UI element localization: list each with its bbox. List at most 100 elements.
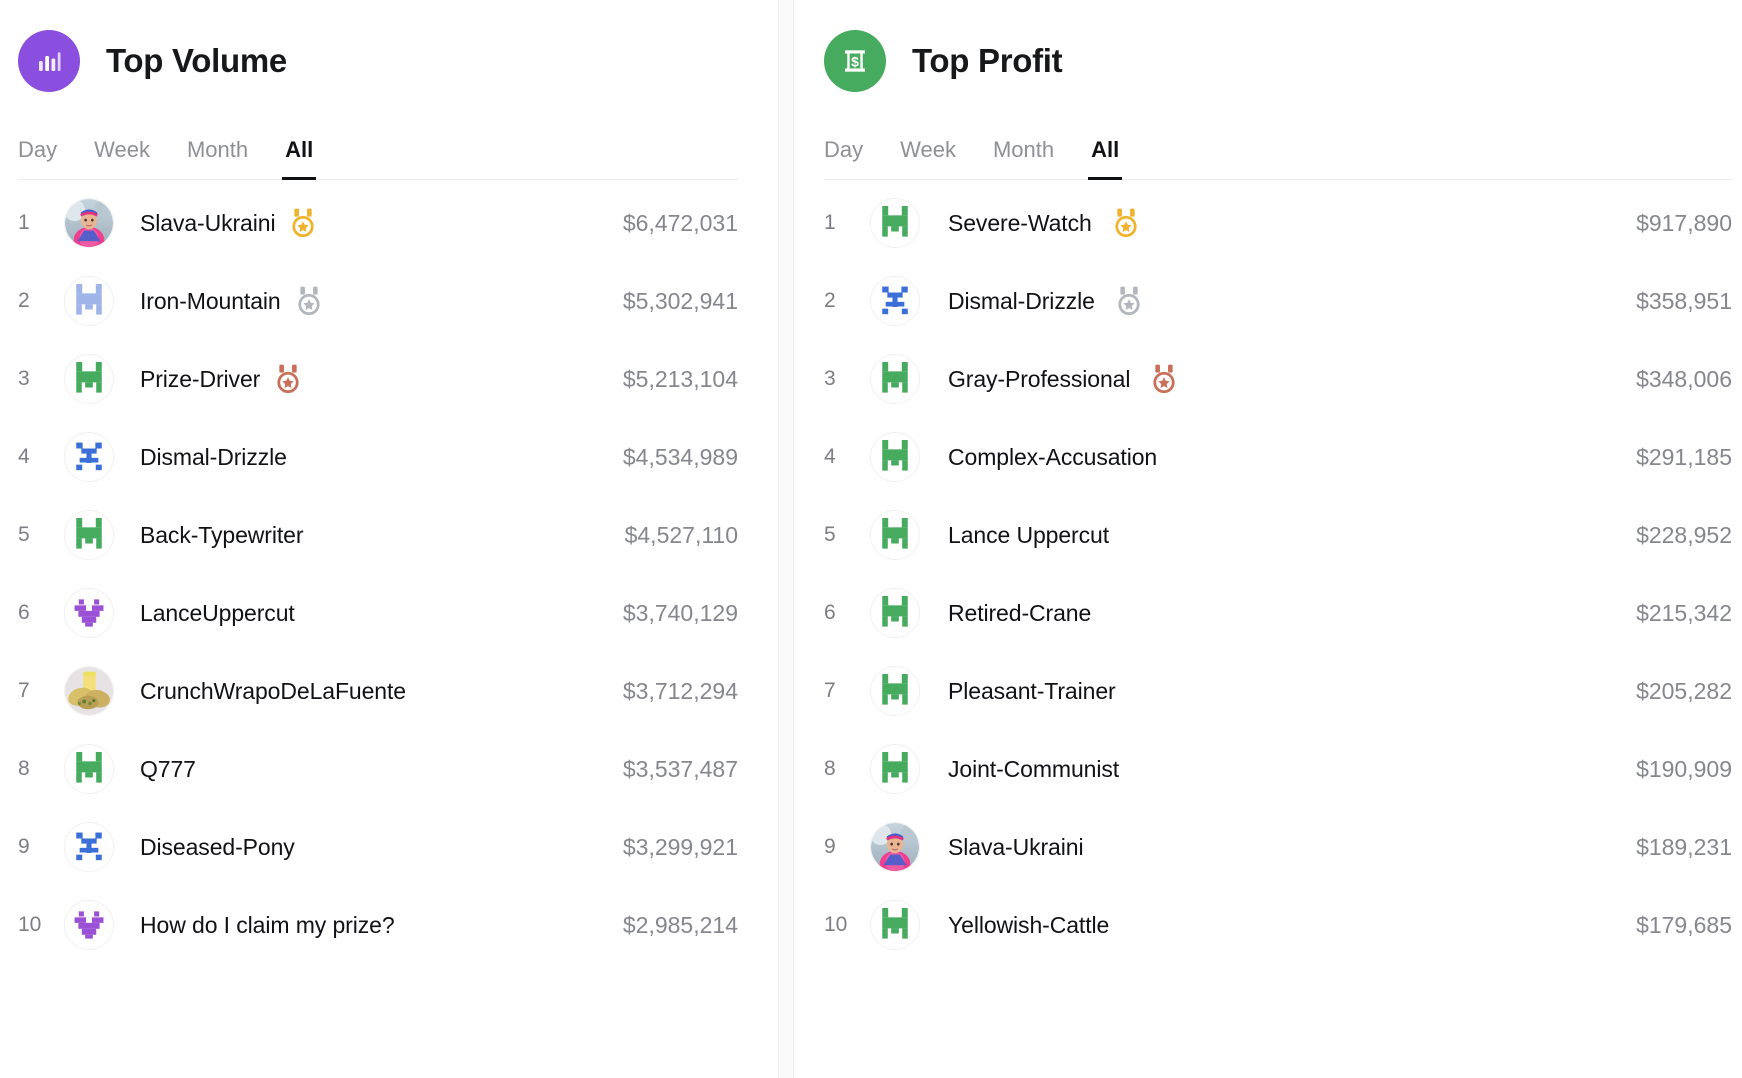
avatar-pixel-robot xyxy=(870,588,920,638)
leaderboard-list-volume: 1 Slava-Ukraini $6,472,031 2 Iron-Mounta… xyxy=(18,180,738,964)
amount-value: $228,952 xyxy=(1636,521,1732,548)
table-row[interactable]: 7 CrunchWrapoDeLaFuente $3,712,294 xyxy=(18,652,738,730)
table-row[interactable]: 6 Retired-Crane $215,342 xyxy=(824,574,1732,652)
player-name[interactable]: LanceUppercut xyxy=(140,600,295,627)
amount-value: $189,231 xyxy=(1636,833,1732,860)
table-row[interactable]: 3 Gray-Professional $348,006 xyxy=(824,340,1732,418)
svg-text:$: $ xyxy=(851,53,859,69)
amount-value: $205,282 xyxy=(1636,677,1732,704)
money-bill-icon: $ xyxy=(824,30,886,92)
table-row[interactable]: 2 Dismal-Drizzle $358,951 xyxy=(824,262,1732,340)
amount-value: $4,534,989 xyxy=(622,443,738,470)
player-name[interactable]: Prize-Driver xyxy=(140,366,260,393)
rank-number: 1 xyxy=(824,211,836,234)
rank-number: 2 xyxy=(18,289,30,312)
tab-week[interactable]: Week xyxy=(900,137,956,179)
rank-number: 5 xyxy=(824,523,836,546)
table-row[interactable]: 8 Joint-Communist $190,909 xyxy=(824,730,1732,808)
leaderboards-container: Top Volume Day Week Month All 1 Slava-Uk… xyxy=(0,0,1742,1078)
rank-number: 10 xyxy=(824,913,848,936)
leaderboard-list-profit: 1 Severe-Watch $917,890 2 Dismal-Drizzle … xyxy=(824,180,1732,964)
tab-month[interactable]: Month xyxy=(187,137,248,179)
table-row[interactable]: 5 Lance Uppercut $228,952 xyxy=(824,496,1732,574)
rank-number: 5 xyxy=(18,523,30,546)
amount-value: $5,213,104 xyxy=(622,365,738,392)
tab-week[interactable]: Week xyxy=(94,137,150,179)
medal-bronze-icon xyxy=(274,364,302,394)
player-name[interactable]: Retired-Crane xyxy=(948,600,1091,627)
player-name[interactable]: Iron-Mountain xyxy=(140,288,281,315)
avatar-pixel-robot xyxy=(870,900,920,950)
table-row[interactable]: 1 Severe-Watch $917,890 xyxy=(824,184,1732,262)
rank-number: 7 xyxy=(824,679,836,702)
table-row[interactable]: 9 Slava-Ukraini $189,231 xyxy=(824,808,1732,886)
player-name[interactable]: Joint-Communist xyxy=(948,756,1119,783)
player-name[interactable]: Slava-Ukraini xyxy=(948,834,1084,861)
panel-top-profit: $ Top Profit Day Week Month All 1 Severe… xyxy=(802,0,1742,1078)
rank-number: 3 xyxy=(18,367,30,390)
amount-value: $190,909 xyxy=(1636,755,1732,782)
table-row[interactable]: 5 Back-Typewriter $4,527,110 xyxy=(18,496,738,574)
player-name[interactable]: Q777 xyxy=(140,756,196,783)
panel-header: $ Top Profit xyxy=(824,0,1732,108)
tab-day[interactable]: Day xyxy=(824,137,863,179)
panel-divider xyxy=(772,0,802,1078)
avatar-photo xyxy=(870,822,920,872)
amount-value: $3,537,487 xyxy=(622,755,738,782)
rank-number: 6 xyxy=(18,601,30,624)
tab-day[interactable]: Day xyxy=(18,137,57,179)
player-name[interactable]: Pleasant-Trainer xyxy=(948,678,1116,705)
table-row[interactable]: 7 Pleasant-Trainer $205,282 xyxy=(824,652,1732,730)
amount-value: $3,740,129 xyxy=(622,599,738,626)
table-row[interactable]: 10 Yellowish-Cattle $179,685 xyxy=(824,886,1732,964)
amount-value: $3,712,294 xyxy=(622,677,738,704)
amount-value: $2,985,214 xyxy=(622,911,738,938)
avatar-pixel-robot xyxy=(870,198,920,248)
page-title: Top Volume xyxy=(106,42,287,79)
amount-value: $358,951 xyxy=(1636,287,1732,314)
table-row[interactable]: 9 Diseased-Pony $3,299,921 xyxy=(18,808,738,886)
avatar-pixel-robot xyxy=(870,744,920,794)
player-name[interactable]: Dismal-Drizzle xyxy=(140,444,287,471)
amount-value: $291,185 xyxy=(1636,443,1732,470)
player-name[interactable]: Slava-Ukraini xyxy=(140,210,276,237)
avatar-pixel-robot xyxy=(64,276,114,326)
player-name[interactable]: Complex-Accusation xyxy=(948,444,1157,471)
rank-number: 10 xyxy=(18,913,42,936)
avatar-photo xyxy=(64,198,114,248)
rank-number: 1 xyxy=(18,211,30,234)
medal-silver-icon xyxy=(295,286,323,316)
table-row[interactable]: 6 LanceUppercut $3,740,129 xyxy=(18,574,738,652)
tab-month[interactable]: Month xyxy=(993,137,1054,179)
player-name[interactable]: Diseased-Pony xyxy=(140,834,295,861)
tab-all[interactable]: All xyxy=(282,137,317,180)
table-row[interactable]: 10 How do I claim my prize? $2,985,214 xyxy=(18,886,738,964)
table-row[interactable]: 4 Complex-Accusation $291,185 xyxy=(824,418,1732,496)
panel-header: Top Volume xyxy=(18,0,738,108)
table-row[interactable]: 8 Q777 $3,537,487 xyxy=(18,730,738,808)
rank-number: 4 xyxy=(18,445,30,468)
player-name[interactable]: CrunchWrapoDeLaFuente xyxy=(140,678,406,705)
medal-silver-icon xyxy=(1115,286,1143,316)
amount-value: $4,527,110 xyxy=(624,521,738,548)
table-row[interactable]: 3 Prize-Driver $5,213,104 xyxy=(18,340,738,418)
amount-value: $348,006 xyxy=(1636,365,1732,392)
avatar-pixel-robot xyxy=(870,354,920,404)
amount-value: $6,472,031 xyxy=(622,209,738,236)
bar-chart-icon xyxy=(18,30,80,92)
player-name[interactable]: How do I claim my prize? xyxy=(140,912,395,939)
table-row[interactable]: 1 Slava-Ukraini $6,472,031 xyxy=(18,184,738,262)
player-name[interactable]: Gray-Professional xyxy=(948,366,1130,393)
player-name[interactable]: Dismal-Drizzle xyxy=(948,288,1095,315)
player-name[interactable]: Back-Typewriter xyxy=(140,522,303,549)
rank-number: 8 xyxy=(18,757,30,780)
table-row[interactable]: 2 Iron-Mountain $5,302,941 xyxy=(18,262,738,340)
player-name[interactable]: Severe-Watch xyxy=(948,210,1092,237)
avatar-pixel-robot xyxy=(64,822,114,872)
player-name[interactable]: Yellowish-Cattle xyxy=(948,912,1109,939)
player-name[interactable]: Lance Uppercut xyxy=(948,522,1109,549)
page-title: Top Profit xyxy=(912,42,1063,79)
tab-all[interactable]: All xyxy=(1088,137,1123,180)
rank-number: 3 xyxy=(824,367,836,390)
table-row[interactable]: 4 Dismal-Drizzle $4,534,989 xyxy=(18,418,738,496)
